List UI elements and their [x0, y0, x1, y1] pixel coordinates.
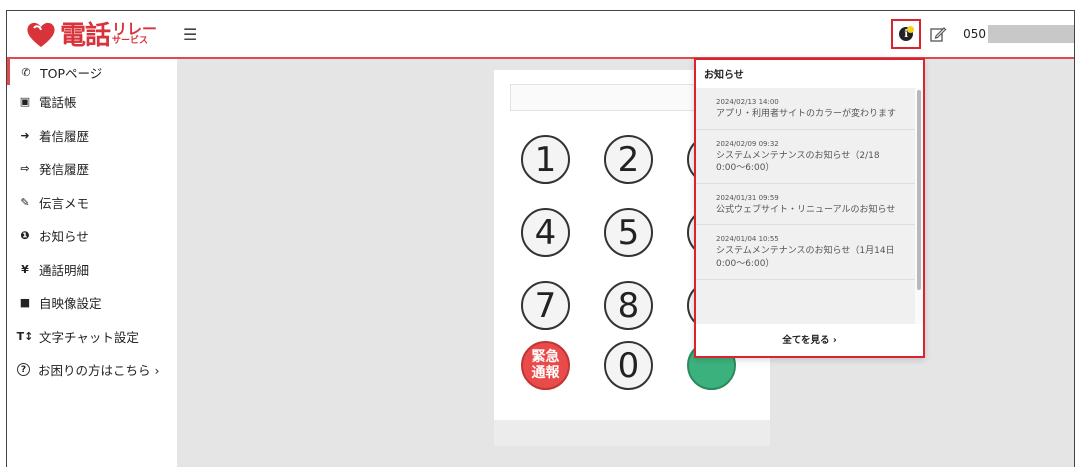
notification-item[interactable]: 2024/01/04 10:55 システムメンテナンスのお知らせ（1月14日 0…: [696, 225, 919, 280]
hamburger-icon[interactable]: ☰: [183, 25, 197, 44]
key-0[interactable]: 0: [604, 341, 653, 390]
phone-number-masked: [988, 25, 1074, 43]
logo-kana: リレー サービス: [112, 19, 158, 46]
help-icon: ?: [17, 363, 30, 377]
notification-item[interactable]: 2024/02/09 09:32 システムメンテナンスのお知らせ（2/18 0:…: [696, 130, 919, 184]
main-content: 1 2 4 5 7 8 緊急 通報 0: [177, 59, 1074, 467]
notification-text: アプリ・利用者サイトのカラーが変わります: [716, 109, 897, 119]
notification-item[interactable]: 2024/02/13 14:00 アプリ・利用者サイトのカラーが変わります: [696, 88, 919, 130]
sidebar: ✆ TOPページ ▣ 電話帳 ➜ 着信履歴 ⇨ 発信履歴 ✎ 伝言メモ ❶ お知…: [7, 59, 177, 467]
sidebar-item-label: TOPページ: [40, 65, 103, 81]
header-right: i 050: [891, 11, 1074, 57]
logo[interactable]: 電話 リレー サービス: [25, 15, 157, 52]
notification-date: 2024/02/13 14:00: [716, 98, 779, 106]
sidebar-item-phonebook[interactable]: ▣ 電話帳: [7, 85, 177, 119]
sidebar-item-billing[interactable]: ¥ 通話明細: [7, 253, 177, 287]
notification-list: 2024/02/13 14:00 アプリ・利用者サイトのカラーが変わります 20…: [696, 88, 919, 324]
notification-date: 2024/02/09 09:32: [716, 139, 779, 148]
sidebar-item-label: 伝言メモ: [39, 195, 90, 211]
key-2[interactable]: 2: [604, 135, 653, 184]
key-8[interactable]: 8: [604, 281, 653, 330]
text-size-icon: T↕: [16, 329, 34, 343]
notification-text: システムメンテナンスのお知らせ（1月14日 0:00〜6:00）: [716, 246, 895, 269]
notification-dropdown: お知らせ 2024/02/13 14:00 アプリ・利用者サイトのカラーが変わり…: [694, 58, 925, 358]
sidebar-item-label: 文字チャット設定: [39, 329, 139, 345]
key-7[interactable]: 7: [521, 281, 570, 330]
incoming-call-icon: ➜: [20, 128, 30, 142]
sidebar-item-label: 自映像設定: [39, 296, 102, 312]
notification-text: 公式ウェブサイト・リニューアルのお知らせ: [716, 204, 896, 215]
sidebar-item-incoming[interactable]: ➜ 着信履歴: [7, 119, 177, 153]
logo-kana-bottom: サービス: [112, 35, 149, 46]
emergency-label-line2: 通報: [531, 364, 560, 381]
phone-number-prefix: 050: [963, 27, 986, 41]
sidebar-item-label: お困りの方はこちら ›: [38, 363, 160, 379]
sidebar-item-help[interactable]: ? お困りの方はこちら ›: [7, 353, 177, 387]
contact-book-icon: ▣: [19, 95, 31, 109]
sidebar-item-text-chat-settings[interactable]: T↕ 文字チャット設定: [7, 320, 177, 354]
notification-title: お知らせ: [704, 70, 744, 81]
dialpad-footer: [494, 420, 770, 446]
sidebar-item-top[interactable]: ✆ TOPページ: [7, 59, 177, 85]
see-all-link[interactable]: 全てを見る ›: [696, 322, 923, 356]
notification-item[interactable]: 2024/01/31 09:59 公式ウェブサイト・リニューアルのお知らせ: [696, 184, 919, 226]
key-5[interactable]: 5: [604, 208, 653, 257]
sidebar-item-label: お知らせ: [39, 229, 89, 245]
sidebar-item-label: 電話帳: [39, 95, 77, 111]
notification-scrollbar[interactable]: [915, 88, 923, 324]
sidebar-item-outgoing[interactable]: ⇨ 発信履歴: [7, 152, 177, 186]
yen-icon: ¥: [21, 262, 29, 276]
emergency-label: 緊急 通報: [531, 349, 560, 381]
sidebar-item-video-settings[interactable]: ■ 自映像設定: [7, 286, 177, 320]
sidebar-item-notices[interactable]: ❶ お知らせ: [7, 219, 177, 253]
sidebar-item-label: 通話明細: [39, 262, 90, 278]
key-1[interactable]: 1: [521, 135, 570, 184]
logo-kana-top: リレー: [112, 19, 158, 38]
emergency-label-line1: 緊急: [531, 349, 560, 366]
video-camera-icon: ■: [19, 296, 31, 310]
heart-logo-icon: [27, 22, 55, 47]
scrollbar-thumb[interactable]: [917, 90, 921, 290]
info-icon: ❶: [20, 229, 30, 243]
edit-icon[interactable]: [929, 25, 947, 43]
notification-text: システムメンテナンスのお知らせ（2/18 0:00〜6:00）: [716, 150, 880, 174]
app-window: 電話 リレー サービス ☰ i 050 ✆ TOPページ ▣ 電話帳 ➜ 着信履…: [6, 10, 1075, 467]
notification-button[interactable]: i: [891, 19, 922, 49]
notification-date: 2024/01/04 10:55: [716, 235, 779, 244]
notification-date: 2024/01/31 09:59: [716, 193, 779, 202]
logo-kanji: 電話: [60, 21, 111, 51]
memo-edit-icon: ✎: [20, 195, 30, 209]
sidebar-item-memo[interactable]: ✎ 伝言メモ: [7, 186, 177, 220]
key-4[interactable]: 4: [521, 208, 570, 257]
sidebar-item-label: 着信履歴: [39, 128, 90, 144]
top-header: 電話 リレー サービス ☰ i 050: [7, 11, 1074, 59]
unread-dot: [907, 26, 915, 33]
sidebar-item-label: 発信履歴: [39, 162, 90, 178]
phone-icon: ✆: [21, 65, 31, 79]
outgoing-call-icon: ⇨: [20, 162, 30, 176]
emergency-call-button[interactable]: 緊急 通報: [521, 341, 570, 390]
